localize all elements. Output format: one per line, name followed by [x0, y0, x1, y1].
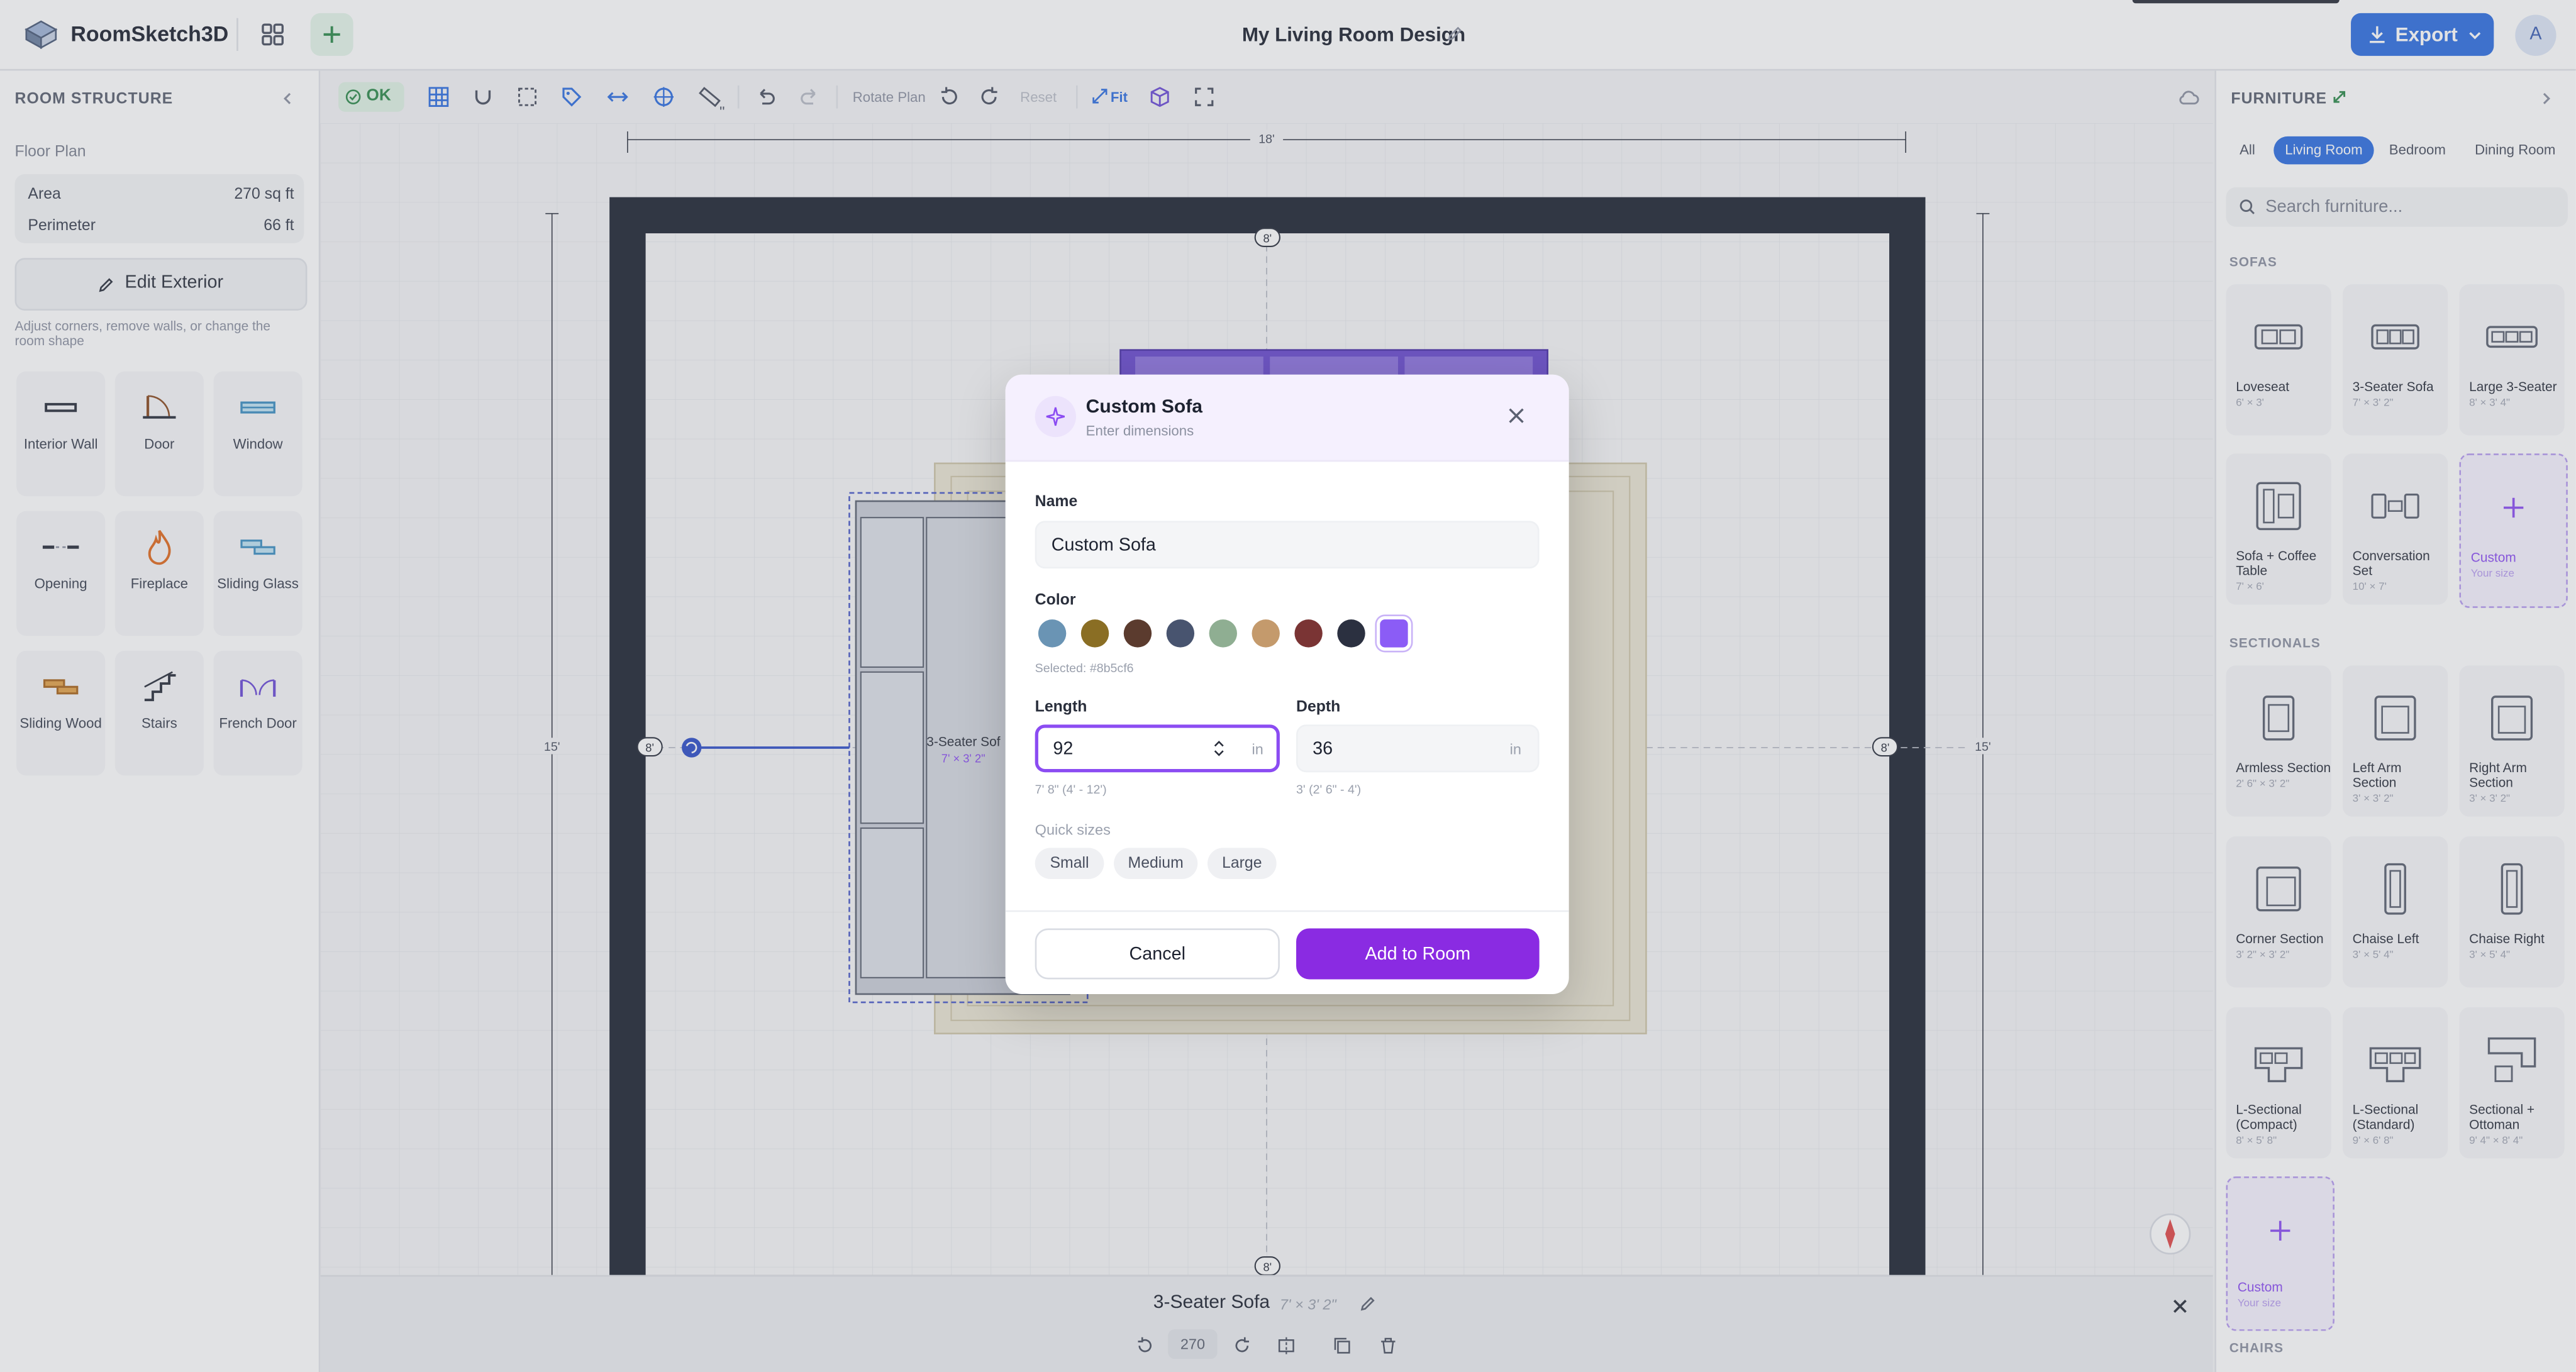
length-label: Length: [1035, 698, 1087, 717]
quick-sizes-label: Quick sizes: [1035, 821, 1111, 838]
dialog-subtitle: Enter dimensions: [1085, 422, 1194, 439]
color-swatch[interactable]: [1038, 619, 1067, 648]
dialog-header: Custom Sofa Enter dimensions: [1005, 374, 1569, 462]
selected-color-text: Selected: #8b5cf6: [1035, 660, 1134, 676]
footer-divider: [1005, 910, 1569, 912]
color-swatch[interactable]: [1166, 619, 1195, 648]
add-to-room-button[interactable]: Add to Room: [1296, 928, 1540, 980]
length-input[interactable]: [1035, 724, 1280, 773]
depth-label: Depth: [1296, 698, 1341, 717]
quick-size-large[interactable]: Large: [1207, 848, 1277, 880]
color-swatch[interactable]: [1123, 619, 1152, 648]
name-input[interactable]: [1035, 521, 1540, 569]
close-icon[interactable]: [1503, 402, 1530, 429]
color-swatch[interactable]: [1080, 619, 1109, 648]
depth-note: 3' (2' 6" - 4'): [1296, 782, 1362, 797]
length-unit: in: [1252, 741, 1263, 758]
color-label: Color: [1035, 591, 1076, 610]
length-stepper-icon[interactable]: [1213, 738, 1226, 759]
quick-size-medium[interactable]: Medium: [1114, 848, 1198, 880]
depth-unit: in: [1509, 741, 1521, 758]
color-swatch[interactable]: [1380, 619, 1408, 648]
color-swatch[interactable]: [1209, 619, 1237, 648]
sparkle-icon-badge: [1035, 396, 1076, 438]
color-swatch[interactable]: [1252, 619, 1280, 648]
length-note: 7' 8" (4' - 12'): [1035, 782, 1107, 797]
color-swatch[interactable]: [1294, 619, 1323, 648]
cancel-button[interactable]: Cancel: [1035, 928, 1280, 980]
dialog-title: Custom Sofa: [1085, 397, 1202, 418]
custom-sofa-dialog: Custom Sofa Enter dimensions Name Color …: [1005, 374, 1569, 994]
depth-input[interactable]: [1296, 724, 1540, 773]
color-swatch[interactable]: [1337, 619, 1365, 648]
quick-size-small[interactable]: Small: [1035, 848, 1104, 880]
name-label: Name: [1035, 492, 1078, 511]
sparkle-icon: [1046, 407, 1065, 426]
